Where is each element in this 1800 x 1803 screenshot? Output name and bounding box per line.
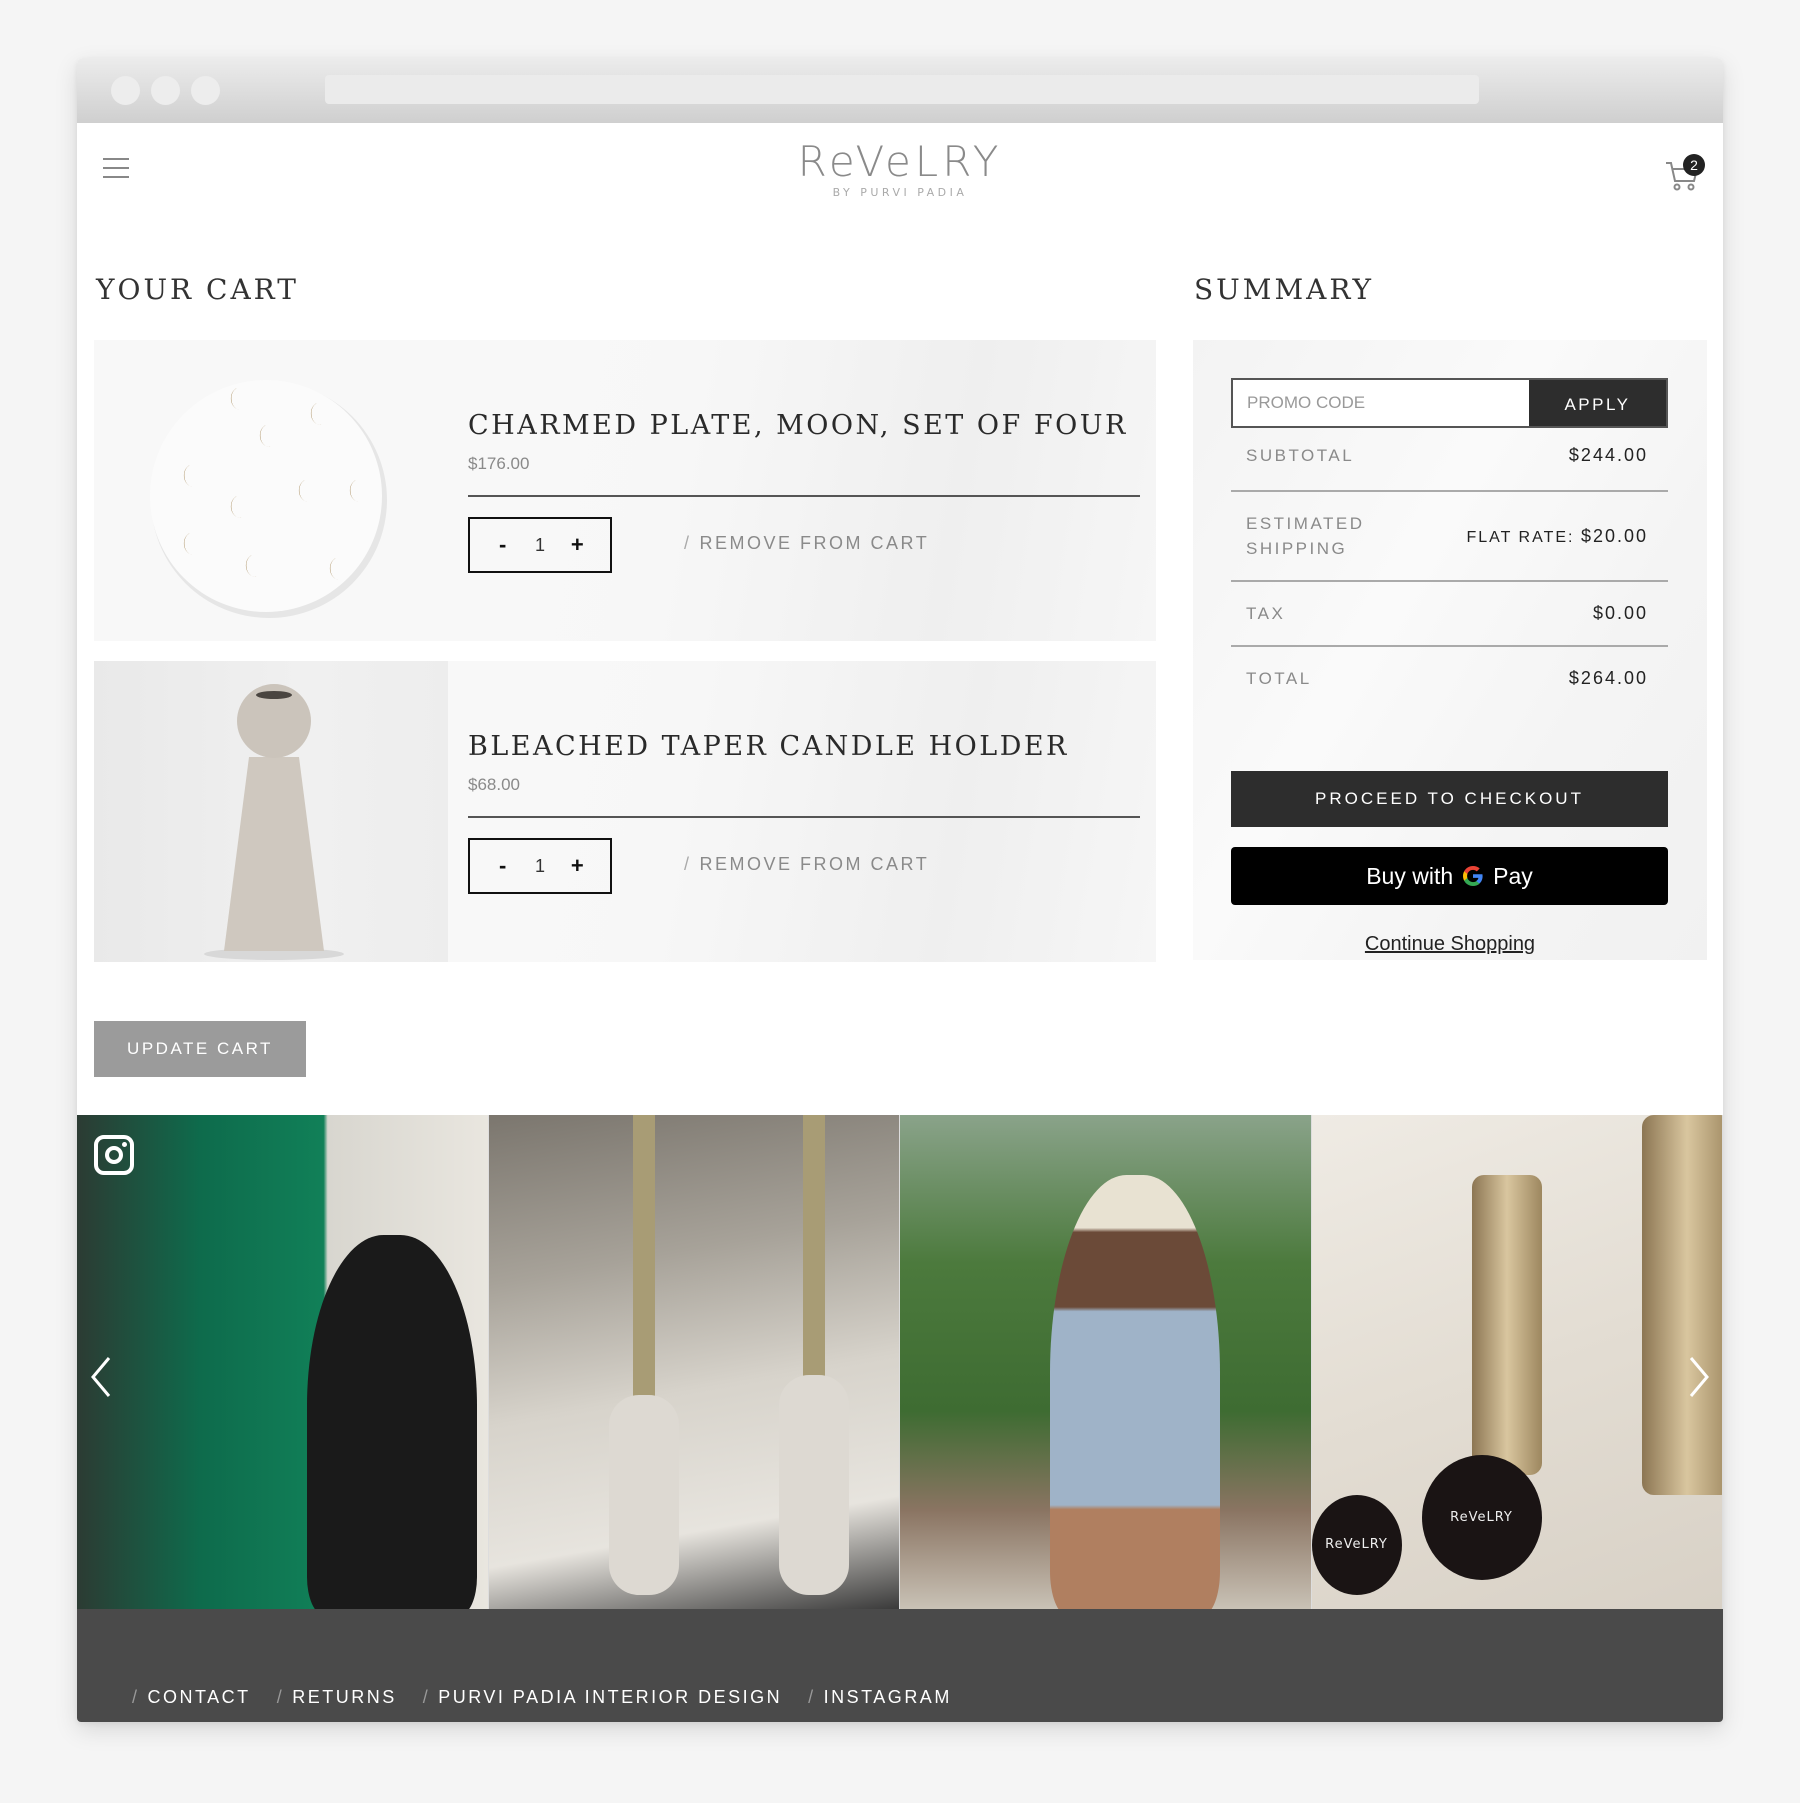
instagram-photo-subject [1641, 1115, 1723, 1495]
total-label: TOTAL [1246, 668, 1312, 688]
address-bar[interactable] [325, 75, 1479, 104]
site-logo[interactable]: ReVeLRY BY PURVI PADIA [77, 137, 1723, 200]
subtotal-row: SUBTOTAL $244.00 [1231, 430, 1668, 480]
remove-label: REMOVE FROM CART [699, 533, 930, 553]
instagram-photo-subject [632, 1115, 655, 1405]
footer-link-contact[interactable]: / CONTACT [132, 1687, 251, 1708]
shipping-value: FLAT RATE: $20.00 [1466, 526, 1648, 547]
instagram-icon[interactable] [94, 1135, 134, 1175]
instagram-carousel: ReVeLRY ReVeLRY [77, 1115, 1723, 1609]
chevron-right-icon[interactable] [1681, 1352, 1717, 1402]
remove-label: REMOVE FROM CART [699, 854, 930, 874]
decrement-button[interactable]: - [493, 532, 513, 558]
window-close-button[interactable] [111, 76, 140, 105]
increment-button[interactable]: + [567, 853, 587, 879]
decrement-button[interactable]: - [493, 853, 513, 879]
shipping-row: ESTIMATED SHIPPING FLAT RATE: $20.00 [1231, 492, 1668, 580]
instagram-photo-subject [802, 1115, 825, 1385]
product-image-candle-holder[interactable] [94, 661, 448, 962]
cart-title: YOUR CART [96, 273, 299, 306]
instagram-tile[interactable]: ReVeLRY ReVeLRY [1311, 1115, 1723, 1609]
continue-shopping-link[interactable]: Continue Shopping [1193, 933, 1707, 956]
instagram-photo-subject [1050, 1175, 1220, 1609]
shipping-label: ESTIMATED SHIPPING [1246, 514, 1365, 558]
quantity-stepper: - 1 + [468, 838, 612, 894]
product-price: $68.00 [468, 775, 520, 794]
remove-from-cart-link[interactable]: / REMOVE FROM CART [684, 533, 929, 554]
total-value: $264.00 [1568, 667, 1648, 688]
apply-promo-button[interactable]: APPLY [1529, 380, 1666, 426]
footer-link-label: INSTAGRAM [823, 1687, 952, 1707]
instagram-tile[interactable] [488, 1115, 900, 1609]
instagram-photo-subject [778, 1375, 849, 1595]
product-name[interactable]: CHARMED PLATE, MOON, SET OF FOUR [468, 410, 1128, 441]
footer-link-label: RETURNS [292, 1687, 397, 1707]
product-image-moon-plate[interactable] [94, 340, 448, 641]
quantity-value[interactable]: 1 [530, 535, 550, 556]
footer-link-label: CONTACT [147, 1687, 251, 1707]
footer-nav: / CONTACT / RETURNS / PURVI PADIA INTERIOR … [132, 1687, 952, 1708]
promo-code-input[interactable] [1233, 380, 1529, 426]
product-logo-badge: ReVeLRY [1311, 1495, 1402, 1595]
footer-link-interior-design[interactable]: / PURVI PADIA INTERIOR DESIGN [423, 1687, 782, 1708]
subtotal-value: $244.00 [1568, 444, 1648, 465]
cart-count-badge: 2 [1683, 154, 1705, 176]
slash-separator: / [808, 1687, 816, 1707]
quantity-stepper: - 1 + [468, 517, 612, 573]
slash-separator: / [684, 854, 692, 874]
proceed-to-checkout-button[interactable]: PROCEED TO CHECKOUT [1231, 771, 1668, 827]
product-logo-badge: ReVeLRY [1421, 1455, 1542, 1580]
instagram-tile[interactable] [900, 1115, 1312, 1609]
window-maximize-button[interactable] [191, 76, 220, 105]
update-cart-button[interactable]: UPDATE CART [94, 1021, 306, 1077]
instagram-tile[interactable] [77, 1115, 489, 1609]
cart-item: CHARMED PLATE, MOON, SET OF FOUR $176.00… [94, 340, 1156, 641]
gpay-label: Pay [1493, 862, 1533, 889]
window-minimize-button[interactable] [151, 76, 180, 105]
google-g-icon [1461, 864, 1485, 888]
divider [468, 816, 1140, 818]
shipping-amount: $20.00 [1580, 525, 1648, 546]
quantity-value[interactable]: 1 [530, 856, 550, 877]
increment-button[interactable]: + [567, 532, 587, 558]
shipping-method: FLAT RATE: [1466, 528, 1581, 546]
footer-link-instagram[interactable]: / INSTAGRAM [808, 1687, 952, 1708]
total-row: TOTAL $264.00 [1231, 647, 1668, 709]
tax-value: $0.00 [1592, 602, 1648, 623]
summary-title: SUMMARY [1194, 273, 1375, 306]
remove-from-cart-link[interactable]: / REMOVE FROM CART [684, 854, 929, 875]
divider [468, 495, 1140, 497]
instagram-photo-subject [608, 1395, 679, 1595]
slash-separator: / [684, 533, 692, 553]
instagram-photo-subject [1471, 1175, 1542, 1475]
cart-item: BLEACHED TAPER CANDLE HOLDER $68.00 - 1 … [94, 661, 1156, 962]
tax-row: TAX $0.00 [1231, 582, 1668, 644]
gpay-prefix: Buy with [1366, 862, 1454, 889]
footer-link-returns[interactable]: / RETURNS [277, 1687, 397, 1708]
footer-link-label: PURVI PADIA INTERIOR DESIGN [438, 1687, 783, 1707]
chevron-left-icon[interactable] [83, 1352, 119, 1402]
product-price: $176.00 [468, 454, 530, 473]
browser-chrome [77, 58, 1723, 123]
product-name[interactable]: BLEACHED TAPER CANDLE HOLDER [468, 731, 1069, 762]
order-summary: APPLY SUBTOTAL $244.00 ESTIMATED SHIPPIN… [1193, 340, 1707, 960]
site-footer: / CONTACT / RETURNS / PURVI PADIA INTERIOR … [77, 1609, 1723, 1722]
subtotal-label: SUBTOTAL [1246, 445, 1355, 465]
slash-separator: / [132, 1687, 140, 1707]
logo-wordmark: ReVeLRY [797, 137, 1003, 186]
tax-label: TAX [1246, 603, 1286, 623]
browser-window: ReVeLRY BY PURVI PADIA 2 YOUR CART CHARM… [77, 58, 1723, 1722]
slash-separator: / [422, 1687, 431, 1707]
promo-code-form: APPLY [1231, 378, 1668, 428]
instagram-photo-subject [307, 1235, 477, 1609]
google-pay-button[interactable]: Buy with Pay [1231, 847, 1668, 905]
logo-tagline: BY PURVI PADIA [832, 186, 968, 199]
slash-separator: / [276, 1687, 285, 1707]
